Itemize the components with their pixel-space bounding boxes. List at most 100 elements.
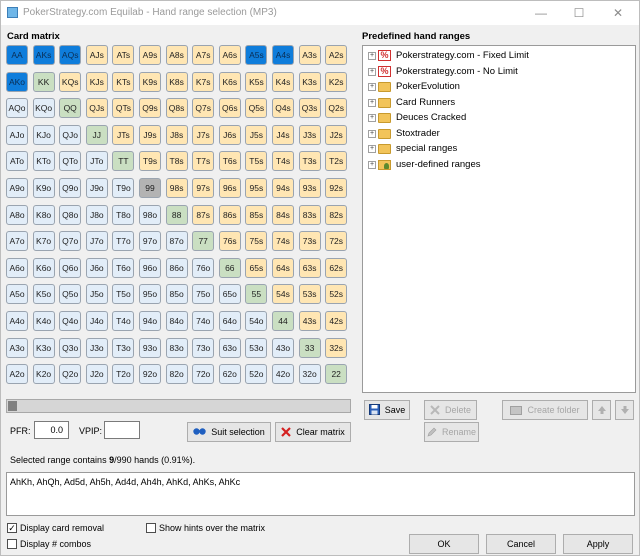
expand-plus-icon[interactable]: + — [368, 67, 376, 76]
slider-thumb[interactable] — [8, 401, 17, 411]
hand-cell-K8o[interactable]: K8o — [32, 204, 55, 225]
hand-cell-97s[interactable]: 97s — [192, 178, 215, 198]
hand-cell-K3s[interactable]: K3s — [298, 71, 321, 92]
hand-cell-82s[interactable]: 82s — [325, 204, 348, 225]
hand-cell-A4s[interactable]: A4s — [272, 45, 294, 65]
hand-cell-92o[interactable]: 92o — [139, 364, 161, 385]
hand-cell-93s[interactable]: 93s — [298, 178, 321, 198]
vpip-input[interactable] — [104, 421, 140, 439]
hand-cell-T3o[interactable]: T3o — [112, 337, 135, 358]
hand-cell-44[interactable]: 44 — [272, 311, 294, 331]
combos-text-area[interactable]: AhKh, AhQh, Ad5d, Ah5h, Ad4d, Ah4h, AhKd… — [6, 472, 635, 516]
hand-cell-K5s[interactable]: K5s — [245, 71, 268, 92]
hand-cell-A6s[interactable]: A6s — [218, 45, 241, 65]
hand-cell-Q6o[interactable]: Q6o — [59, 257, 82, 278]
hand-cell-Q4s[interactable]: Q4s — [272, 98, 294, 119]
hand-cell-Q8o[interactable]: Q8o — [59, 204, 82, 225]
hand-cell-J5o[interactable]: J5o — [85, 284, 108, 305]
hand-cell-77[interactable]: 77 — [192, 231, 215, 252]
hand-cell-JTo[interactable]: JTo — [85, 151, 108, 172]
hand-cell-98s[interactable]: 98s — [165, 178, 188, 198]
hand-cell-42s[interactable]: 42s — [325, 311, 348, 331]
delete-range-button[interactable]: Delete — [424, 400, 477, 420]
hand-cell-A6o[interactable]: A6o — [6, 257, 28, 278]
hand-cell-99[interactable]: 99 — [139, 178, 161, 198]
hand-cell-J8o[interactable]: J8o — [85, 204, 108, 225]
hand-cell-A8s[interactable]: A8s — [165, 45, 188, 65]
hand-cell-K8s[interactable]: K8s — [165, 71, 188, 92]
hand-cell-J2o[interactable]: J2o — [85, 364, 108, 385]
close-button[interactable]: ✕ — [598, 1, 638, 25]
hand-cell-KK[interactable]: KK — [32, 71, 55, 92]
apply-button[interactable]: Apply — [563, 534, 633, 554]
hand-cell-42o[interactable]: 42o — [272, 364, 294, 385]
hand-cell-J4s[interactable]: J4s — [272, 124, 294, 145]
expand-plus-icon[interactable]: + — [368, 114, 376, 122]
hand-cell-55[interactable]: 55 — [245, 284, 268, 305]
hand-cell-A3s[interactable]: A3s — [298, 45, 321, 65]
hand-cell-K7o[interactable]: K7o — [32, 231, 55, 252]
hand-cell-AJs[interactable]: AJs — [85, 45, 108, 65]
clear-matrix-button[interactable]: Clear matrix — [275, 422, 351, 442]
hand-cell-J6o[interactable]: J6o — [85, 257, 108, 278]
hand-cell-T7o[interactable]: T7o — [112, 231, 135, 252]
hand-cell-K5o[interactable]: K5o — [32, 284, 55, 305]
predefined-ranges-tree[interactable]: +% Pokerstrategy.com - Fixed Limit +% Poker… — [362, 45, 636, 393]
hand-cell-AQs[interactable]: AQs — [59, 45, 82, 65]
hand-cell-T4o[interactable]: T4o — [112, 311, 135, 331]
hand-cell-J7s[interactable]: J7s — [192, 124, 215, 145]
hand-cell-KQo[interactable]: KQo — [32, 98, 55, 119]
hand-cell-65s[interactable]: 65s — [245, 257, 268, 278]
hand-cell-63o[interactable]: 63o — [218, 337, 241, 358]
hand-cell-T4s[interactable]: T4s — [272, 151, 294, 172]
hand-cell-73o[interactable]: 73o — [192, 337, 215, 358]
hand-cell-A7s[interactable]: A7s — [192, 45, 215, 65]
save-range-button[interactable]: Save — [364, 400, 410, 420]
maximize-button[interactable]: ☐ — [559, 1, 599, 25]
hand-cell-T6s[interactable]: T6s — [218, 151, 241, 172]
hand-cell-96o[interactable]: 96o — [139, 257, 161, 278]
hand-cell-J7o[interactable]: J7o — [85, 231, 108, 252]
hand-cell-Q4o[interactable]: Q4o — [59, 311, 82, 331]
hand-cell-J9s[interactable]: J9s — [139, 124, 161, 145]
hand-cell-T2o[interactable]: T2o — [112, 364, 135, 385]
hand-cell-Q6s[interactable]: Q6s — [218, 98, 241, 119]
expand-plus-icon[interactable]: + — [368, 52, 376, 60]
hand-cell-97o[interactable]: 97o — [139, 231, 161, 252]
expand-plus-icon[interactable]: + — [368, 129, 376, 138]
hand-cell-Q2s[interactable]: Q2s — [325, 98, 348, 119]
minimize-button[interactable]: — — [521, 1, 561, 25]
create-folder-button[interactable]: Create folder — [502, 400, 588, 420]
hand-cell-Q7s[interactable]: Q7s — [192, 98, 215, 119]
hand-cell-KJs[interactable]: KJs — [85, 71, 108, 92]
hand-cell-QJs[interactable]: QJs — [85, 98, 108, 119]
hand-cell-82o[interactable]: 82o — [165, 364, 188, 385]
hand-cell-AJo[interactable]: AJo — [6, 124, 28, 145]
hand-cell-72o[interactable]: 72o — [192, 364, 215, 385]
cancel-button[interactable]: Cancel — [486, 534, 556, 554]
hand-cell-K2s[interactable]: K2s — [325, 71, 348, 92]
hand-cell-Q7o[interactable]: Q7o — [59, 231, 82, 252]
hand-cell-J9o[interactable]: J9o — [85, 178, 108, 198]
hand-cell-T5o[interactable]: T5o — [112, 284, 135, 305]
hand-cell-AA[interactable]: AA — [6, 45, 28, 65]
expand-plus-icon[interactable]: + — [368, 160, 376, 169]
hand-cell-98o[interactable]: 98o — [139, 204, 161, 225]
hand-cell-AKo[interactable]: AKo — [6, 71, 28, 92]
hand-cell-J3o[interactable]: J3o — [85, 337, 108, 358]
hand-cell-ATs[interactable]: ATs — [112, 45, 135, 65]
hand-cell-94o[interactable]: 94o — [139, 311, 161, 331]
hand-cell-J6s[interactable]: J6s — [218, 124, 241, 145]
hand-cell-QJo[interactable]: QJo — [59, 124, 82, 145]
hand-cell-J8s[interactable]: J8s — [165, 124, 188, 145]
hand-cell-65o[interactable]: 65o — [218, 284, 241, 305]
hand-cell-87o[interactable]: 87o — [165, 231, 188, 252]
hand-cell-A8o[interactable]: A8o — [6, 204, 28, 225]
hand-cell-K2o[interactable]: K2o — [32, 364, 55, 385]
hand-cell-94s[interactable]: 94s — [272, 178, 294, 198]
hand-cell-K6s[interactable]: K6s — [218, 71, 241, 92]
hand-cell-86s[interactable]: 86s — [218, 204, 241, 225]
display-card-removal-checkbox[interactable]: ✓ — [7, 523, 17, 533]
hand-cell-KJo[interactable]: KJo — [32, 124, 55, 145]
hand-cell-54o[interactable]: 54o — [245, 311, 268, 331]
